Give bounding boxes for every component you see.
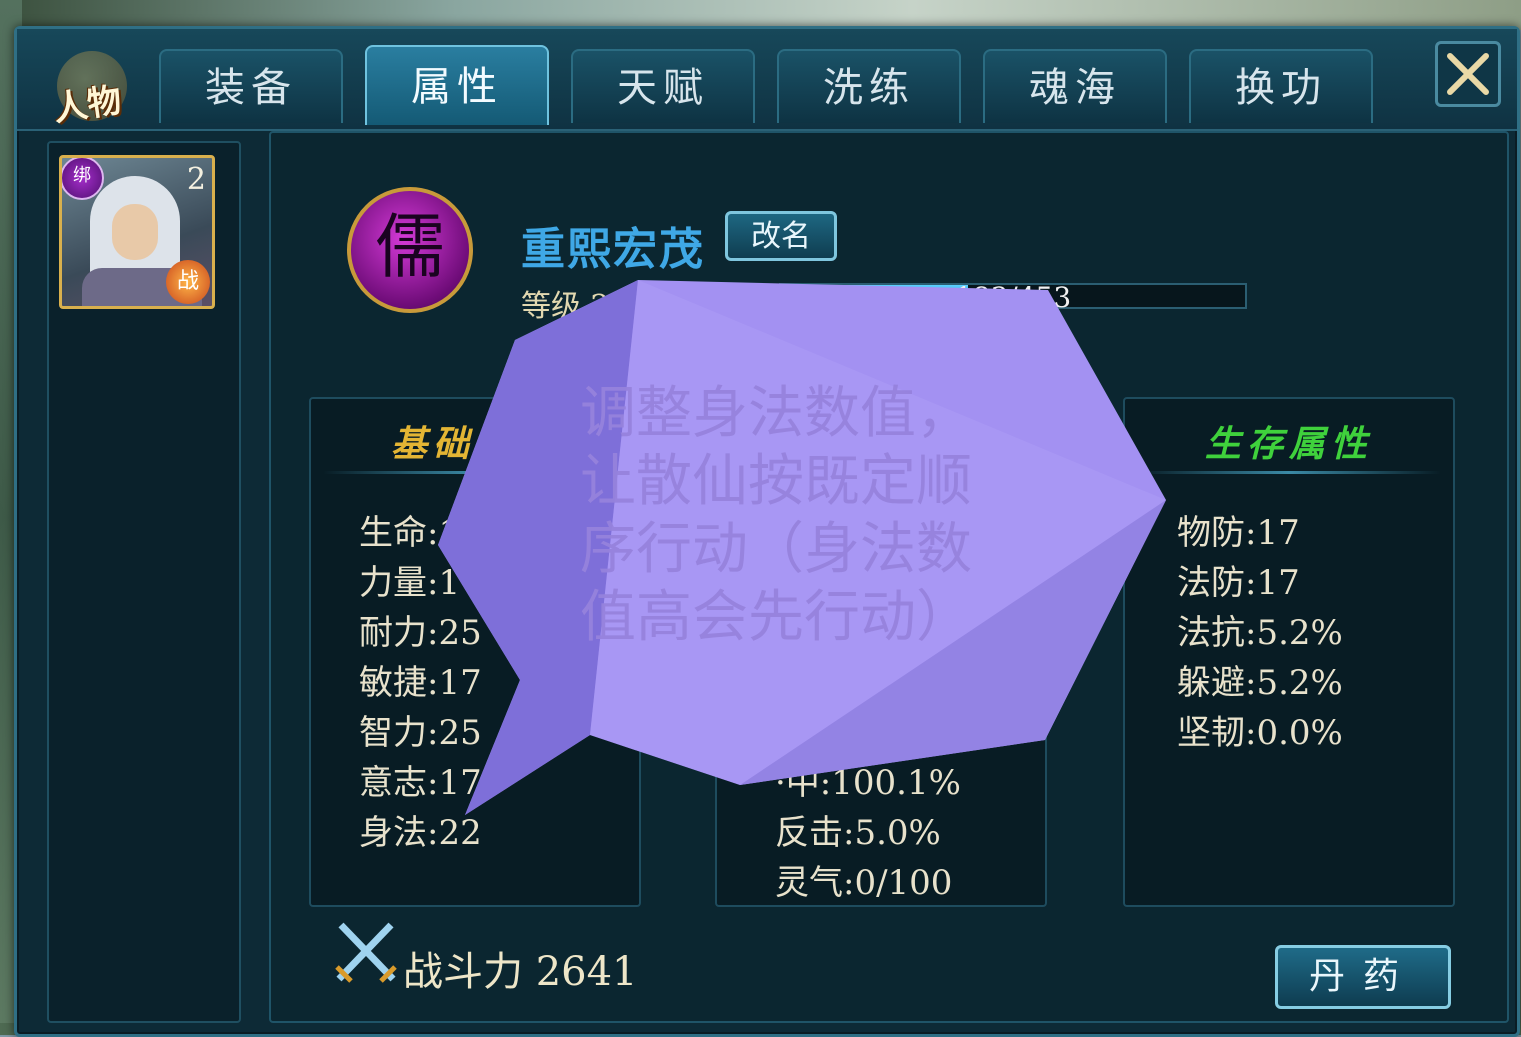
tab-bar: 人物 装备 属性 天赋 洗练 魂海 换功: [17, 29, 1517, 131]
exp-bar: 183/453: [779, 281, 1247, 314]
divider: [1137, 471, 1441, 474]
attr-magic-resist: 法抗:5.2%: [1177, 613, 1343, 653]
character-list-panel: 绑 2 战: [47, 141, 241, 1023]
attr-agility: 敏捷:17: [359, 663, 482, 703]
combat-power: 战斗力 2641: [403, 949, 638, 995]
level-label: 等级 2: [521, 289, 610, 324]
attr-dodge: 躲避:5.2%: [1177, 663, 1343, 703]
attr-tenacity: 坚韧:0.0%: [1177, 713, 1343, 753]
elixir-button[interactable]: 丹药: [1275, 945, 1451, 1009]
close-button[interactable]: [1435, 41, 1501, 107]
attr-spirit: 灵气:0/100: [775, 863, 953, 903]
attr-phys-def: 物防:17: [1177, 513, 1300, 553]
character-name: 重熙宏茂: [521, 224, 705, 275]
tab-attributes[interactable]: 属性: [365, 45, 549, 125]
survival-attributes-box: 生存属性 物防:17 法防:17 法抗:5.2% 躲避:5.2% 坚韧:0.0%: [1123, 397, 1455, 907]
attr-speed: 身法:22: [359, 813, 482, 853]
attr-magic-def: 法防:17: [1177, 563, 1300, 603]
portrait-face: [112, 204, 158, 260]
tab-equipment[interactable]: 装备: [159, 49, 343, 123]
attr-counter: 反击:5.0%: [775, 813, 941, 853]
survival-attributes-title: 生存属性: [1204, 423, 1373, 465]
attr-stamina: 耐力:25: [359, 613, 482, 653]
logo-label: 人物: [51, 80, 124, 130]
exp-text: 183/453: [954, 281, 1072, 314]
attr-hp: 生命:12: [359, 513, 482, 553]
close-icon: [1447, 53, 1489, 95]
character-logo: 人物: [47, 33, 157, 130]
tab-soul-sea[interactable]: 魂海: [983, 49, 1167, 123]
tab-talent[interactable]: 天赋: [571, 49, 755, 123]
character-portrait[interactable]: 绑 2 战: [59, 155, 215, 309]
battle-badge: 战: [166, 260, 210, 304]
attr-strength: 力量:1: [359, 563, 461, 603]
crossed-swords-icon: [335, 922, 397, 983]
rename-button[interactable]: 改名: [725, 211, 837, 261]
portrait-level: 2: [186, 162, 206, 197]
attr-intellect: 智力:25: [359, 713, 482, 753]
attr-hit: ·中:100.1%: [775, 763, 961, 803]
bound-badge: 绑: [62, 158, 104, 200]
tab-switch-skill[interactable]: 换功: [1189, 49, 1373, 123]
tutorial-tip-text: 调整身法数值，让散仙按既定顺序行动（身法数值高会先行动）: [580, 381, 972, 650]
attr-will: 意志:17: [359, 763, 482, 803]
tab-refine[interactable]: 洗练: [777, 49, 961, 123]
class-emblem-icon: 儒: [347, 187, 473, 313]
